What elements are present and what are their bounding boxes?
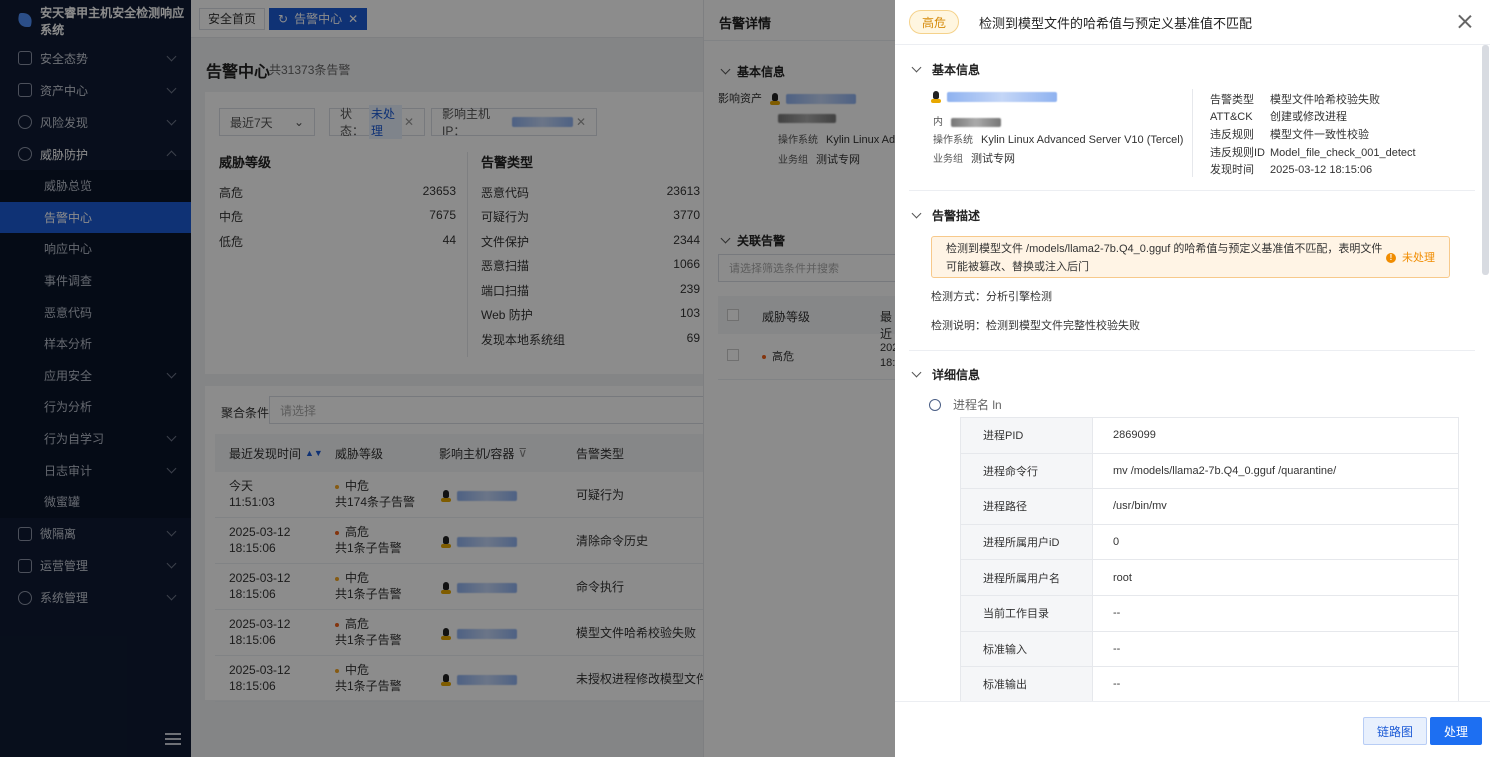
table-row: 当前工作目录 --: [961, 595, 1459, 632]
level-badge: 高危: [909, 10, 960, 34]
modal-backdrop[interactable]: [0, 0, 895, 757]
process-value: /usr/bin/mv: [1093, 489, 1459, 524]
group-label: 业务组: [933, 154, 963, 165]
process-key: 当前工作目录: [961, 595, 1093, 631]
info-key: 违反规则ID: [1210, 147, 1265, 159]
table-row: 进程路径/usr/bin/mv: [961, 489, 1459, 525]
asset-name-row: [931, 91, 1057, 104]
section-detail[interactable]: 详细信息: [911, 366, 981, 383]
section-alert-desc[interactable]: 告警描述: [911, 207, 981, 224]
section-basic-info[interactable]: 基本信息: [911, 61, 981, 78]
drawer-header: 高危 检测到模型文件的哈希值与预定义基准值不匹配: [895, 0, 1490, 45]
asset-name[interactable]: [947, 92, 1057, 103]
process-value: 2869099: [1093, 418, 1459, 453]
process-icon: [929, 398, 941, 411]
section-label: 告警描述: [932, 209, 981, 223]
table-row: 进程所属用户iD 0: [961, 524, 1459, 561]
os-row: 操作系统 Kylin Linux Advanced Server V10 (Ter…: [933, 131, 1183, 146]
process-key: 进程命令行: [961, 453, 1093, 489]
process-value: mv /models/llama2-7b.Q4_0.gguf /quaranti…: [1093, 453, 1459, 489]
group-row: 业务组 测试专网: [933, 150, 1015, 166]
chevron-down-icon: [911, 62, 922, 73]
close-icon[interactable]: [1458, 15, 1471, 28]
chevron-down-icon: [911, 208, 922, 219]
info-key: 发现时间: [1210, 164, 1254, 176]
method-value: 分析引擎检测: [986, 291, 1052, 303]
inner-ip-label: 内: [933, 117, 943, 128]
handle-button[interactable]: 处理: [1430, 717, 1483, 745]
info-value: 模型文件一致性校验: [1270, 129, 1369, 141]
os-label: 操作系统: [933, 135, 973, 146]
process-value: --: [1093, 631, 1459, 667]
table-row: 进程所属用户名 root: [961, 560, 1459, 596]
process-value: 0: [1093, 524, 1459, 560]
info-key: 违反规则: [1210, 129, 1254, 141]
process-value: root: [1093, 560, 1459, 595]
info-value: 创建或修改进程: [1270, 111, 1347, 123]
process-key: 标准输出: [961, 667, 1093, 702]
desc-line: 可能被篡改、替换或注入后门: [946, 261, 1089, 273]
divider: [1192, 89, 1193, 177]
process-value: --: [1093, 667, 1459, 702]
drawer-title: 检测到模型文件的哈希值与预定义基准值不匹配: [979, 15, 1253, 31]
status-text: 未处理: [1402, 252, 1435, 264]
info-alert-type: 告警类型 模型文件哈希校验失败: [1210, 91, 1380, 107]
asset-ip-row: 内: [933, 113, 1001, 128]
info-found-time: 发现时间 2025-03-12 18:15:06: [1210, 161, 1372, 177]
process-key: 进程路径: [961, 489, 1093, 524]
link-graph-button[interactable]: 链路图: [1363, 717, 1428, 745]
warning-icon: !: [1386, 253, 1396, 263]
table-row: 进程命令行 mv /models/llama2-7b.Q4_0.gguf /qua…: [961, 453, 1459, 490]
info-rule: 违反规则 模型文件一致性校验: [1210, 126, 1369, 142]
explain-label: 检测说明：: [931, 320, 986, 332]
os-value: Kylin Linux Advanced Server V10 (Tercel): [981, 134, 1184, 146]
process-key: 进程所属用户名: [961, 560, 1093, 595]
section-label: 详细信息: [932, 368, 981, 382]
divider: [909, 190, 1475, 191]
detect-method: 检测方式：分析引擎检测: [931, 288, 1052, 304]
info-rule-id: 违反规则ID Model_file_check_001_detect: [1210, 144, 1416, 160]
section-label: 基本信息: [932, 63, 981, 77]
info-value: 模型文件哈希校验失败: [1270, 94, 1380, 106]
group-value: 测试专网: [971, 153, 1015, 165]
chevron-down-icon: [911, 367, 922, 378]
method-label: 检测方式：: [931, 291, 986, 303]
table-row: 标准输出 --: [961, 667, 1459, 703]
info-value: 2025-03-12 18:15:06: [1270, 164, 1373, 176]
process-name: 进程名 ln: [953, 398, 1002, 412]
alert-detail-drawer: 高危 检测到模型文件的哈希值与预定义基准值不匹配 基本信息 内 操作系统 Kyli…: [895, 0, 1490, 757]
scrollbar[interactable]: [1482, 45, 1489, 275]
process-key: 进程PID: [961, 418, 1093, 453]
detect-explain: 检测说明：检测到模型文件完整性校验失败: [931, 317, 1140, 333]
linux-icon: [931, 91, 941, 104]
alert-description-box: 检测到模型文件 /models/llama2-7b.Q4_0.gguf 的哈希值…: [931, 236, 1450, 278]
process-key: 标准输入: [961, 631, 1093, 667]
info-attck: ATT&CK 创建或修改进程: [1210, 108, 1347, 124]
divider: [909, 350, 1475, 351]
process-key: 进程所属用户iD: [961, 524, 1093, 560]
explain-value: 检测到模型文件完整性校验失败: [986, 320, 1140, 332]
info-key: ATT&CK: [1210, 111, 1253, 123]
process-table: 进程PID 2869099 进程命令行 mv /models/llama2-7b.Q…: [960, 417, 1459, 703]
info-value: Model_file_check_001_detect: [1270, 147, 1416, 159]
table-row: 标准输入 --: [961, 631, 1459, 668]
table-row: 进程PID 2869099: [961, 418, 1459, 454]
process-value: --: [1093, 595, 1459, 631]
desc-line: 检测到模型文件 /models/llama2-7b.Q4_0.gguf 的哈希值…: [946, 243, 1383, 255]
drawer-footer: 链路图 处理: [895, 701, 1490, 757]
process-header: 进程名 ln: [929, 396, 1002, 413]
info-key: 告警类型: [1210, 94, 1254, 106]
inner-ip: [951, 117, 1001, 127]
status-badge: ! 未处理: [1386, 249, 1435, 267]
